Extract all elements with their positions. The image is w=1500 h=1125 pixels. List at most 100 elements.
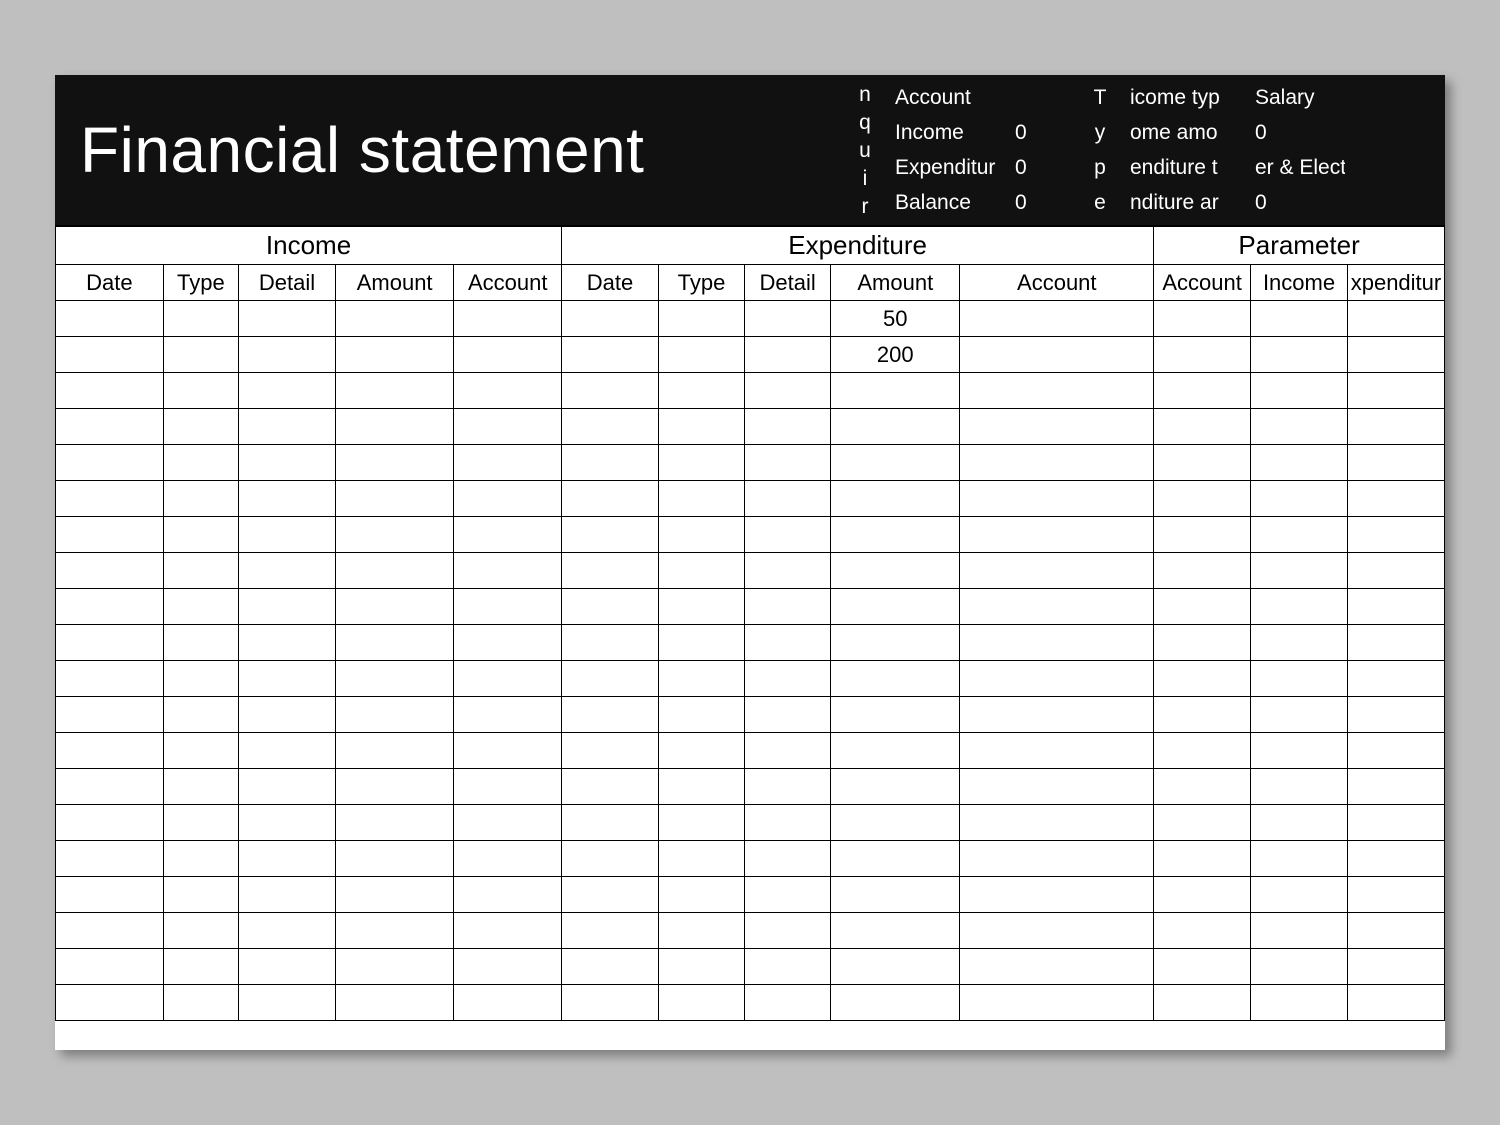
table-row[interactable] [56,661,1445,697]
cell[interactable] [239,805,336,841]
cell[interactable] [335,913,453,949]
cell[interactable] [56,769,164,805]
table-row[interactable]: 50 [56,301,1445,337]
cell[interactable] [745,985,831,1021]
cell[interactable] [454,769,562,805]
cell[interactable] [745,661,831,697]
cell[interactable] [454,445,562,481]
cell[interactable] [239,733,336,769]
cell[interactable] [831,805,960,841]
cell[interactable] [831,589,960,625]
cell[interactable] [745,625,831,661]
cell[interactable] [335,445,453,481]
cell[interactable] [960,913,1154,949]
cell[interactable] [831,661,960,697]
cell[interactable] [163,589,238,625]
table-row[interactable] [56,445,1445,481]
cell[interactable] [1251,949,1348,985]
cell[interactable] [658,517,744,553]
cell[interactable] [1154,733,1251,769]
cell[interactable] [831,445,960,481]
cell[interactable] [745,481,831,517]
cell[interactable] [831,409,960,445]
cell[interactable] [335,949,453,985]
cell[interactable] [454,733,562,769]
cell[interactable] [335,985,453,1021]
cell[interactable] [239,373,336,409]
cell[interactable] [163,877,238,913]
cell[interactable] [960,337,1154,373]
cell[interactable] [163,553,238,589]
cell[interactable] [658,949,744,985]
cell[interactable] [239,301,336,337]
cell[interactable] [1154,913,1251,949]
cell[interactable] [1251,481,1348,517]
cell[interactable] [1347,337,1444,373]
cell[interactable] [163,805,238,841]
cell[interactable] [56,661,164,697]
cell[interactable] [1154,589,1251,625]
cell[interactable] [163,769,238,805]
cell[interactable] [1347,517,1444,553]
cell[interactable] [1347,877,1444,913]
table-row[interactable] [56,553,1445,589]
table-row[interactable] [56,409,1445,445]
cell[interactable] [831,841,960,877]
cell[interactable] [960,661,1154,697]
cell[interactable]: 200 [831,337,960,373]
cell[interactable] [1154,553,1251,589]
cell[interactable] [1154,985,1251,1021]
cell[interactable] [1251,805,1348,841]
cell[interactable] [1251,553,1348,589]
cell[interactable] [1251,913,1348,949]
cell[interactable] [163,661,238,697]
cell[interactable] [562,769,659,805]
cell[interactable] [831,769,960,805]
cell[interactable] [335,409,453,445]
cell[interactable] [1154,661,1251,697]
cell[interactable] [1154,697,1251,733]
cell[interactable] [960,445,1154,481]
cell[interactable] [831,625,960,661]
cell[interactable] [454,409,562,445]
cell[interactable] [1347,949,1444,985]
cell[interactable] [562,445,659,481]
cell[interactable] [658,913,744,949]
cell[interactable] [745,733,831,769]
cell[interactable] [658,733,744,769]
cell[interactable] [745,589,831,625]
cell[interactable] [454,481,562,517]
cell[interactable] [745,877,831,913]
cell[interactable] [1154,337,1251,373]
cell[interactable] [335,553,453,589]
cell[interactable] [562,553,659,589]
cell[interactable] [335,805,453,841]
cell[interactable] [658,481,744,517]
cell[interactable] [454,337,562,373]
cell[interactable] [1154,301,1251,337]
cell[interactable] [454,877,562,913]
cell[interactable] [239,985,336,1021]
cell[interactable] [831,985,960,1021]
cell[interactable] [239,697,336,733]
cell[interactable] [56,481,164,517]
cell[interactable] [1154,409,1251,445]
table-row[interactable] [56,769,1445,805]
cell[interactable] [56,337,164,373]
table-row[interactable] [56,625,1445,661]
cell[interactable] [163,913,238,949]
cell[interactable] [335,481,453,517]
cell[interactable] [831,733,960,769]
cell[interactable] [562,661,659,697]
cell[interactable] [562,625,659,661]
cell[interactable] [239,841,336,877]
main-table[interactable]: Income Expenditure Parameter Date Type D… [55,226,1445,1021]
cell[interactable] [745,517,831,553]
cell[interactable] [960,985,1154,1021]
cell[interactable] [56,409,164,445]
cell[interactable] [1251,373,1348,409]
cell[interactable] [1154,949,1251,985]
cell[interactable] [239,517,336,553]
cell[interactable] [1251,985,1348,1021]
cell[interactable] [1251,409,1348,445]
